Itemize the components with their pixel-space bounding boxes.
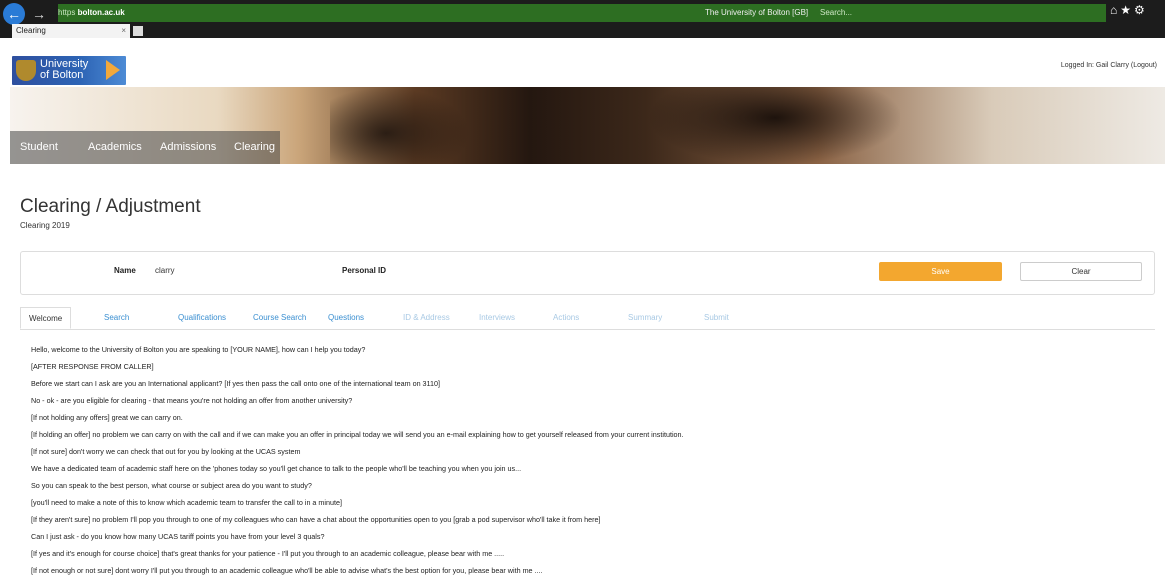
nav-admissions[interactable]: Admissions [160,141,216,153]
nav-clearing[interactable]: Clearing [234,141,275,153]
university-logo[interactable]: University of Bolton [12,56,126,85]
tab-submit[interactable]: Submit [704,313,729,322]
script-line: No - ok - are you eligible for clearing … [31,396,353,405]
star-icon[interactable]: ★ [1120,3,1134,17]
applicant-card: Name clarry Personal ID Save Clear [20,251,1155,295]
tab-summary[interactable]: Summary [628,313,662,322]
url-host: bolton.ac.uk [77,8,125,17]
script-line: [If not enough or not sure] dont worry I… [31,566,543,575]
script-line: [AFTER RESPONSE FROM CALLER] [31,362,154,371]
personal-id-label: Personal ID [342,266,387,275]
name-label: Name [114,266,136,275]
tab-actions[interactable]: Actions [553,313,579,322]
tab-bar: Welcome Search Qualifications Course Sea… [20,307,1155,330]
script-line: Hello, welcome to the University of Bolt… [31,345,366,354]
tab-id-address[interactable]: ID & Address [403,313,450,322]
browser-search-input[interactable]: Search... [816,4,1106,22]
home-icon[interactable]: ⌂ [1110,3,1120,17]
script-line: So you can speak to the best person, wha… [31,481,312,490]
name-value: clarry [155,266,175,275]
hero-photo-shade [330,87,470,164]
save-button[interactable]: Save [879,262,1002,281]
swoosh-icon [106,60,120,80]
url-scheme: https [58,8,76,17]
main-nav: Student Academics Admissions Clearing [10,131,280,164]
script-line: [you'll need to make a note of this to k… [31,498,342,507]
crest-icon [16,60,36,81]
script-line: Can I just ask - do you know how many UC… [31,532,325,541]
page-title: Clearing / Adjustment [20,196,201,217]
close-icon[interactable]: × [121,24,126,38]
hero-photo-shade [650,87,900,164]
script-line: [If not holding any offers] great we can… [31,413,183,422]
script-line: Before we start can I ask are you an Int… [31,379,441,388]
browser-toolbar: ← → https bolton.ac.uk The University of… [0,0,1165,38]
browser-icons: ⌂★⚙ [1110,3,1148,17]
script-line: We have a dedicated team of academic sta… [31,464,522,473]
script-line: [If holding an offer] no problem we can … [31,430,684,439]
new-tab-button[interactable] [133,26,143,36]
nav-academics[interactable]: Academics [88,141,142,153]
nav-student[interactable]: Student [20,141,58,153]
tab-course-search[interactable]: Course Search [253,313,306,322]
script-line: [If they aren't sure] no problem I'll po… [31,515,601,524]
site-header [0,52,1165,87]
clear-button[interactable]: Clear [1020,262,1142,281]
browser-tab[interactable]: Clearing × [12,24,130,38]
tab-qualifications[interactable]: Qualifications [178,313,226,322]
logged-in-status[interactable]: Logged In: Gail Clarry (Logout) [1061,62,1157,69]
logo-text: University of Bolton [40,59,88,81]
tab-questions[interactable]: Questions [328,313,364,322]
site-identity[interactable]: The University of Bolton [GB] [705,4,808,22]
script-line: [If yes and it's enough for course choic… [31,549,505,558]
tab-welcome[interactable]: Welcome [20,307,72,329]
tab-interviews[interactable]: Interviews [479,313,515,322]
logo-line-2: of Bolton [40,69,84,81]
page-subtitle: Clearing 2019 [20,221,70,230]
gear-icon[interactable]: ⚙ [1134,3,1148,17]
hero-banner: Student Academics Admissions Clearing [10,87,1165,164]
back-arrow-icon[interactable]: ← [3,3,25,25]
script-line: [If not sure] don't worry we can check t… [31,447,301,456]
forward-arrow-icon[interactable]: → [28,3,50,25]
browser-tab-title: Clearing [16,26,46,35]
tab-search[interactable]: Search [104,313,129,322]
welcome-script-panel: Hello, welcome to the University of Bolt… [20,335,1155,579]
